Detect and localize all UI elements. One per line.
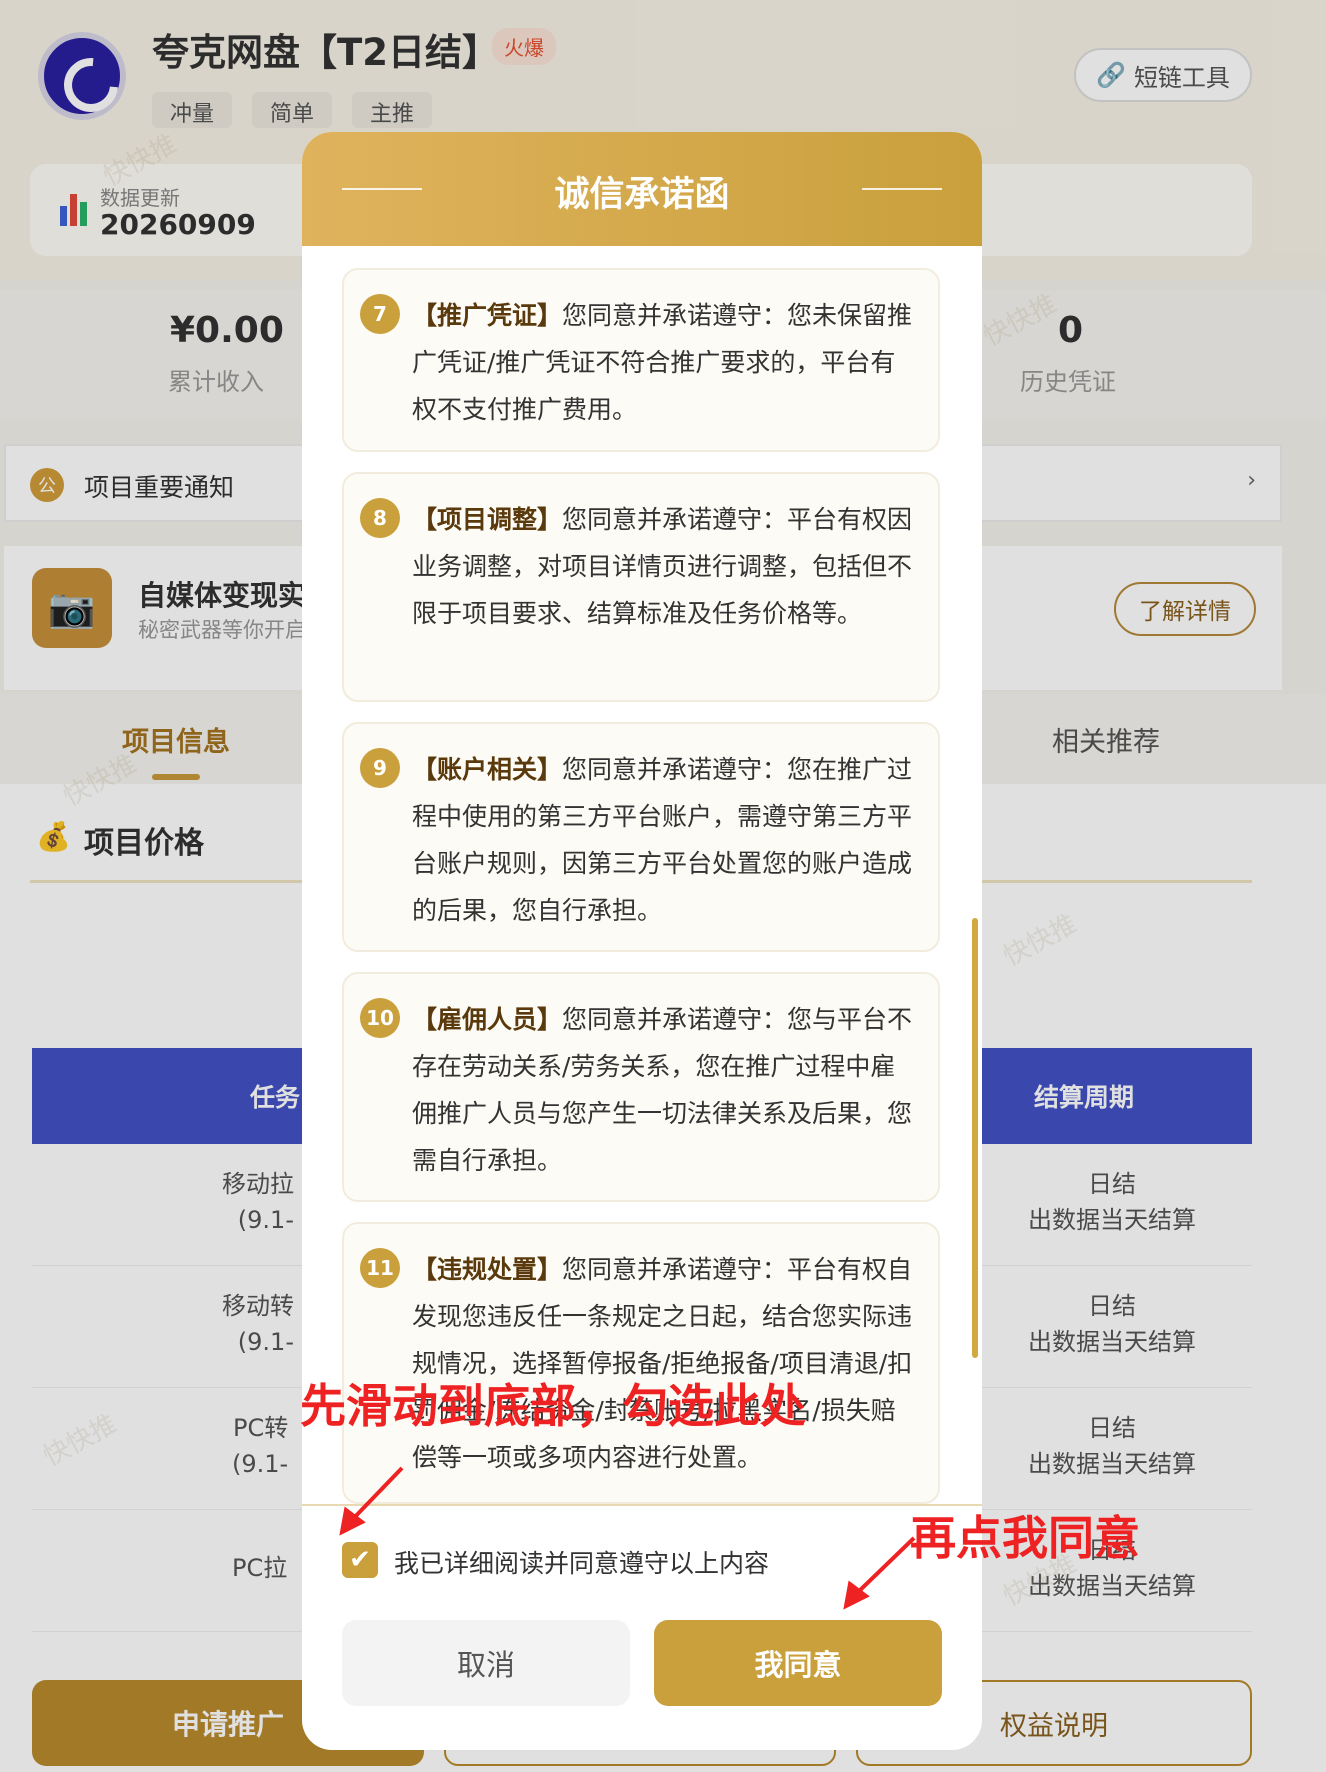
clause-heading: 【违规处置】 [412,1255,563,1284]
clause-number: 11 [360,1248,400,1288]
clause-heading: 【推广凭证】 [412,301,563,330]
clause-number: 8 [360,498,400,538]
clause-body: 您同意并承诺遵守：平台有权自发现您违反任一条规定之日起，结合您实际违规情况，选择… [412,1255,913,1472]
agree-button[interactable]: 我同意 [654,1620,942,1706]
clause-number: 10 [360,998,400,1038]
clause-item: 11 【违规处置】您同意并承诺遵守：平台有权自发现您违反任一条规定之日起，结合您… [342,1222,940,1504]
agree-checkbox-label[interactable]: 我已详细阅读并同意遵守以上内容 [394,1544,769,1580]
annotation-step2: 再点我同意 [910,1511,1140,1565]
modal-title: 诚信承诺函 [554,175,730,215]
clause-heading: 【项目调整】 [412,505,563,534]
scrollbar-thumb[interactable] [972,918,978,1358]
clause-number: 7 [360,294,400,334]
clause-item: 9 【账户相关】您同意并承诺遵守：您在推广过程中使用的第三方平台账户，需遵守第三… [342,722,940,952]
clause-heading: 【雇佣人员】 [412,1005,563,1034]
check-icon: ✔ [349,1545,371,1575]
clause-heading: 【账户相关】 [412,755,563,784]
agree-checkbox[interactable]: ✔ [342,1542,378,1578]
header-line-right [862,188,942,190]
clause-item: 7 【推广凭证】您同意并承诺遵守：您未保留推广凭证/推广凭证不符合推广要求的，平… [342,268,940,452]
cancel-button[interactable]: 取消 [342,1620,630,1706]
clause-item: 8 【项目调整】您同意并承诺遵守：平台有权因业务调整，对项目详情页进行调整，包括… [342,472,940,702]
annotation-step1: 先滑动到底部，勾选此处 [300,1379,806,1433]
clause-item: 10 【雇佣人员】您同意并承诺遵守：您与平台不存在劳动关系/劳务关系，您在推广过… [342,972,940,1202]
clause-number: 9 [360,748,400,788]
integrity-pledge-modal: 诚信承诺函 7 【推广凭证】您同意并承诺遵守：您未保留推广凭证/推广凭证不符合推… [302,132,982,1750]
modal-header: 诚信承诺函 [302,132,982,246]
agree-row: ✔ 我已详细阅读并同意遵守以上内容 [302,1504,982,1604]
